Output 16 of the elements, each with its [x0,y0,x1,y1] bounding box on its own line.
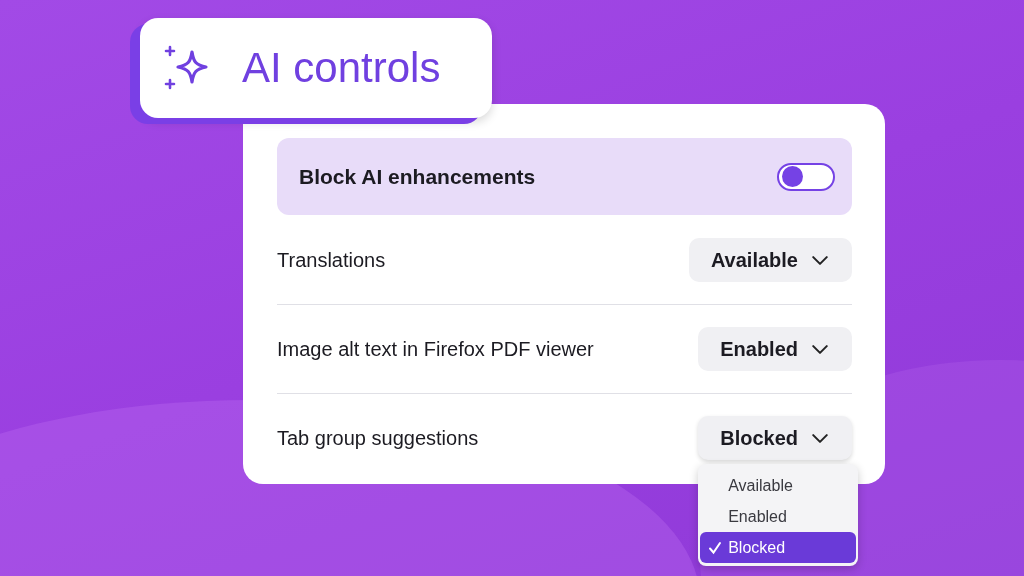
dropdown-button[interactable]: Available [688,238,852,282]
dropdown-button[interactable]: Blocked [698,416,852,460]
chevron-down-icon [812,344,828,354]
menu-option[interactable]: Blocked [700,532,857,563]
dropdown-button[interactable]: Enabled [698,327,852,371]
setting-label: Block AI enhancements [299,164,536,189]
check-icon [708,540,723,555]
toggle-switch[interactable] [777,162,835,191]
page-title: AI controls [242,44,441,92]
chevron-down-icon [812,255,828,265]
setting-label: Tab group suggestions [277,426,479,450]
setting-label: Translations [277,248,386,272]
menu-option[interactable]: Available [700,470,857,501]
chevron-down-icon [812,433,828,443]
menu-option[interactable]: Enabled [700,501,857,532]
setting-label: Image alt text in Firefox PDF viewer [277,337,594,361]
